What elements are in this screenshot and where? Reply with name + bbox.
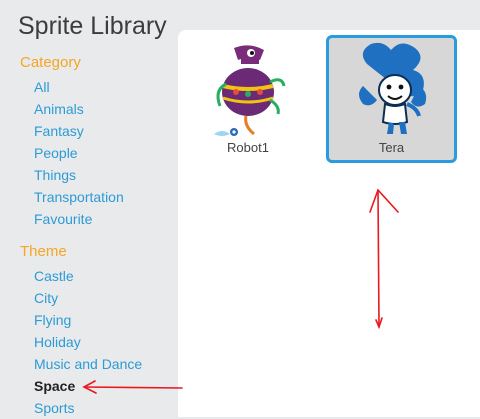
- library-title: Sprite Library: [18, 12, 167, 40]
- theme-heading: Theme: [20, 243, 67, 260]
- theme-item-space[interactable]: Space: [34, 375, 142, 397]
- category-heading: Category: [20, 54, 81, 71]
- category-item-transportation[interactable]: Transportation: [34, 186, 124, 208]
- category-item-favourite[interactable]: Favourite: [34, 208, 124, 230]
- sprite-card-robot1[interactable]: Robot1: [184, 36, 312, 160]
- robot-sprite-icon: [214, 45, 286, 136]
- tera-sprite-icon: [359, 42, 427, 134]
- theme-list: Castle City Flying Holiday Music and Dan…: [34, 265, 142, 419]
- sprite-name-robot1: Robot1: [227, 140, 269, 155]
- category-item-people[interactable]: People: [34, 142, 124, 164]
- sprite-name-tera: Tera: [378, 140, 405, 155]
- theme-item-sports[interactable]: Sports: [34, 397, 142, 419]
- category-list: All Animals Fantasy People Things Transp…: [34, 76, 124, 230]
- theme-item-city[interactable]: City: [34, 287, 142, 309]
- theme-item-holiday[interactable]: Holiday: [34, 331, 142, 353]
- sprite-grid: Robot1 Tera: [178, 30, 480, 417]
- category-item-all[interactable]: All: [34, 76, 124, 98]
- category-item-things[interactable]: Things: [34, 164, 124, 186]
- theme-item-castle[interactable]: Castle: [34, 265, 142, 287]
- category-item-animals[interactable]: Animals: [34, 98, 124, 120]
- theme-item-flying[interactable]: Flying: [34, 309, 142, 331]
- theme-item-music-and-dance[interactable]: Music and Dance: [34, 353, 142, 375]
- sprite-card-tera[interactable]: Tera: [326, 35, 457, 163]
- category-item-fantasy[interactable]: Fantasy: [34, 120, 124, 142]
